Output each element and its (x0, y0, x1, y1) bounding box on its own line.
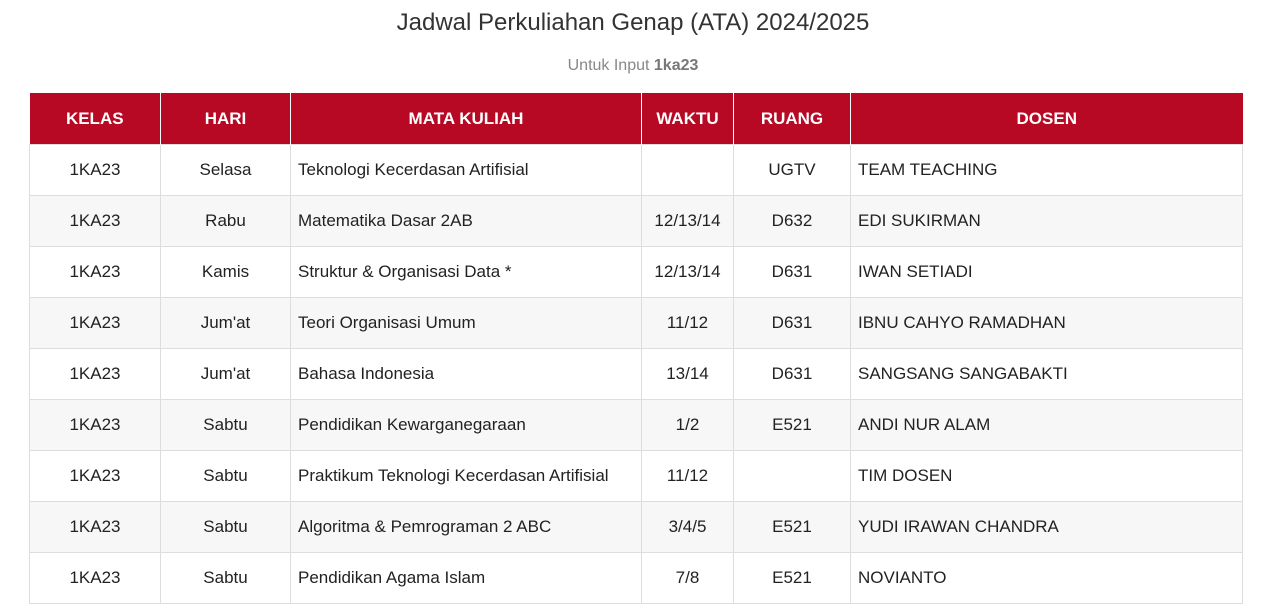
cell-mata-kuliah: Matematika Dasar 2AB (290, 195, 642, 247)
cell-waktu: 1/2 (641, 399, 734, 451)
header-mata-kuliah: MATA KULIAH (290, 93, 642, 145)
cell-hari: Sabtu (160, 501, 291, 553)
cell-ruang: E521 (733, 552, 851, 604)
cell-waktu: 3/4/5 (641, 501, 734, 553)
header-hari: HARI (160, 93, 291, 145)
header-ruang: RUANG (733, 93, 851, 145)
cell-kelas: 1KA23 (29, 195, 161, 247)
cell-dosen: IWAN SETIADI (850, 246, 1243, 298)
cell-mata-kuliah: Pendidikan Agama Islam (290, 552, 642, 604)
table-row: 1KA23 Kamis Struktur & Organisasi Data * 12… (29, 246, 1243, 298)
cell-dosen: YUDI IRAWAN CHANDRA (850, 501, 1243, 553)
cell-mata-kuliah: Bahasa Indonesia (290, 348, 642, 400)
cell-kelas: 1KA23 (29, 450, 161, 502)
cell-ruang: E521 (733, 501, 851, 553)
cell-kelas: 1KA23 (29, 144, 161, 196)
cell-mata-kuliah: Algoritma & Pemrograman 2 ABC (290, 501, 642, 553)
table-row: 1KA23 Sabtu Pendidikan Kewarganegaraan 1/2 E… (29, 399, 1243, 451)
cell-waktu: 11/12 (641, 450, 734, 502)
table-row: 1KA23 Jum'at Bahasa Indonesia 13/14 D631 SANG… (29, 348, 1243, 400)
cell-mata-kuliah: Pendidikan Kewarganegaraan (290, 399, 642, 451)
table-row: 1KA23 Rabu Matematika Dasar 2AB 12/13/14 D63… (29, 195, 1243, 247)
cell-mata-kuliah: Praktikum Teknologi Kecerdasan Artifisia… (290, 450, 642, 502)
table-row: 1KA23 Sabtu Praktikum Teknologi Kecerdasan… (29, 450, 1243, 502)
cell-hari: Selasa (160, 144, 291, 196)
header-kelas: KELAS (29, 93, 161, 145)
cell-waktu: 13/14 (641, 348, 734, 400)
cell-kelas: 1KA23 (29, 552, 161, 604)
schedule-table: KELAS HARI MATA KULIAH WAKTU RUANG DOSEN… (29, 93, 1243, 604)
header-waktu: WAKTU (641, 93, 734, 145)
cell-ruang: D631 (733, 297, 851, 349)
cell-ruang: E521 (733, 399, 851, 451)
cell-ruang: D632 (733, 195, 851, 247)
header-dosen: DOSEN (850, 93, 1243, 145)
cell-kelas: 1KA23 (29, 246, 161, 298)
cell-mata-kuliah: Teknologi Kecerdasan Artifisial (290, 144, 642, 196)
cell-mata-kuliah: Teori Organisasi Umum (290, 297, 642, 349)
cell-dosen: TEAM TEACHING (850, 144, 1243, 196)
cell-waktu: 12/13/14 (641, 195, 734, 247)
cell-dosen: EDI SUKIRMAN (850, 195, 1243, 247)
cell-hari: Kamis (160, 246, 291, 298)
cell-kelas: 1KA23 (29, 399, 161, 451)
cell-waktu: 7/8 (641, 552, 734, 604)
cell-mata-kuliah: Struktur & Organisasi Data * (290, 246, 642, 298)
cell-hari: Jum'at (160, 348, 291, 400)
table-row: 1KA23 Jum'at Teori Organisasi Umum 11/12 D63… (29, 297, 1243, 349)
cell-waktu (641, 144, 734, 196)
cell-ruang: D631 (733, 348, 851, 400)
cell-dosen: SANGSANG SANGABAKTI (850, 348, 1243, 400)
cell-hari: Jum'at (160, 297, 291, 349)
cell-dosen: TIM DOSEN (850, 450, 1243, 502)
cell-waktu: 11/12 (641, 297, 734, 349)
cell-kelas: 1KA23 (29, 297, 161, 349)
table-row: 1KA23 Sabtu Pendidikan Agama Islam 7/8 E521 N… (29, 552, 1243, 604)
cell-waktu: 12/13/14 (641, 246, 734, 298)
cell-hari: Sabtu (160, 552, 291, 604)
cell-ruang: D631 (733, 246, 851, 298)
cell-ruang (733, 450, 851, 502)
cell-hari: Sabtu (160, 450, 291, 502)
cell-dosen: NOVIANTO (850, 552, 1243, 604)
cell-dosen: IBNU CAHYO RAMADHAN (850, 297, 1243, 349)
cell-dosen: ANDI NUR ALAM (850, 399, 1243, 451)
page-title: Jadwal Perkuliahan Genap (ATA) 2024/2025 (396, 9, 870, 36)
page-subtitle: Untuk Input 1ka23 (0, 56, 1266, 76)
cell-ruang: UGTV (733, 144, 851, 196)
table-header-row: KELAS HARI MATA KULIAH WAKTU RUANG DOSEN (29, 93, 1243, 145)
subtitle-prefix: Untuk Input (567, 57, 650, 74)
cell-hari: Rabu (160, 195, 291, 247)
subtitle-class-code: 1ka23 (653, 57, 699, 74)
cell-hari: Sabtu (160, 399, 291, 451)
cell-kelas: 1KA23 (29, 348, 161, 400)
table-row: 1KA23 Sabtu Algoritma & Pemrograman 2 ABC 3… (29, 501, 1243, 553)
table-row: 1KA23 Selasa Teknologi Kecerdasan Artifisi… (29, 144, 1243, 196)
schedule-table-body: 1KA23 Selasa Teknologi Kecerdasan Artifisi… (29, 144, 1243, 604)
cell-kelas: 1KA23 (29, 501, 161, 553)
